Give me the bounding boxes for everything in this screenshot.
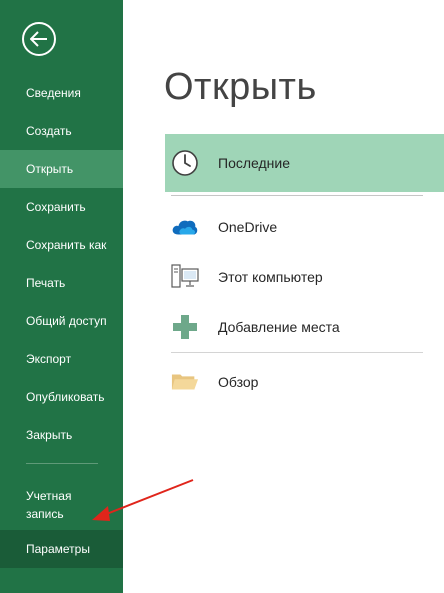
computer-icon (171, 263, 199, 291)
divider (171, 195, 423, 196)
sidebar-item-options[interactable]: Параметры (0, 530, 123, 568)
location-add-place[interactable]: Добавление места (165, 298, 444, 356)
page-title: Открыть (164, 66, 317, 108)
sidebar-item-save-as[interactable]: Сохранить как (0, 226, 123, 264)
sidebar-item-share[interactable]: Общий доступ (0, 302, 123, 340)
sidebar-item-publish[interactable]: Опубликовать (0, 378, 123, 416)
plus-icon (171, 313, 199, 341)
excel-backstage: Сведения Создать Открыть Сохранить Сохра… (0, 0, 444, 593)
clock-icon (171, 149, 199, 177)
backstage-sidebar: Сведения Создать Открыть Сохранить Сохра… (0, 0, 123, 593)
location-browse[interactable]: Обзор (165, 353, 444, 411)
cloud-icon (171, 213, 199, 241)
sidebar-item-print[interactable]: Печать (0, 264, 123, 302)
location-label: Обзор (218, 374, 259, 390)
sidebar-item-close[interactable]: Закрыть (0, 416, 123, 454)
location-label: Добавление места (218, 319, 340, 335)
main-panel: Открыть Последние OneDrive Этот компьюте… (123, 0, 444, 593)
folder-icon (171, 368, 199, 396)
sidebar-item-save[interactable]: Сохранить (0, 188, 123, 226)
sidebar-item-new[interactable]: Создать (0, 112, 123, 150)
back-button[interactable] (22, 22, 56, 56)
location-recent[interactable]: Последние (165, 134, 444, 192)
sidebar-item-export[interactable]: Экспорт (0, 340, 123, 378)
sidebar-divider (26, 463, 98, 464)
location-label: Последние (218, 155, 291, 171)
sidebar-item-account[interactable]: Учетная запись (0, 483, 110, 527)
location-label: Этот компьютер (218, 269, 323, 285)
locations-list: Последние OneDrive Этот компьютер Добавл… (165, 134, 444, 411)
arrow-left-icon (30, 31, 47, 47)
location-label: OneDrive (218, 219, 278, 235)
sidebar-item-open[interactable]: Открыть (0, 150, 123, 188)
sidebar-item-info[interactable]: Сведения (0, 74, 123, 112)
